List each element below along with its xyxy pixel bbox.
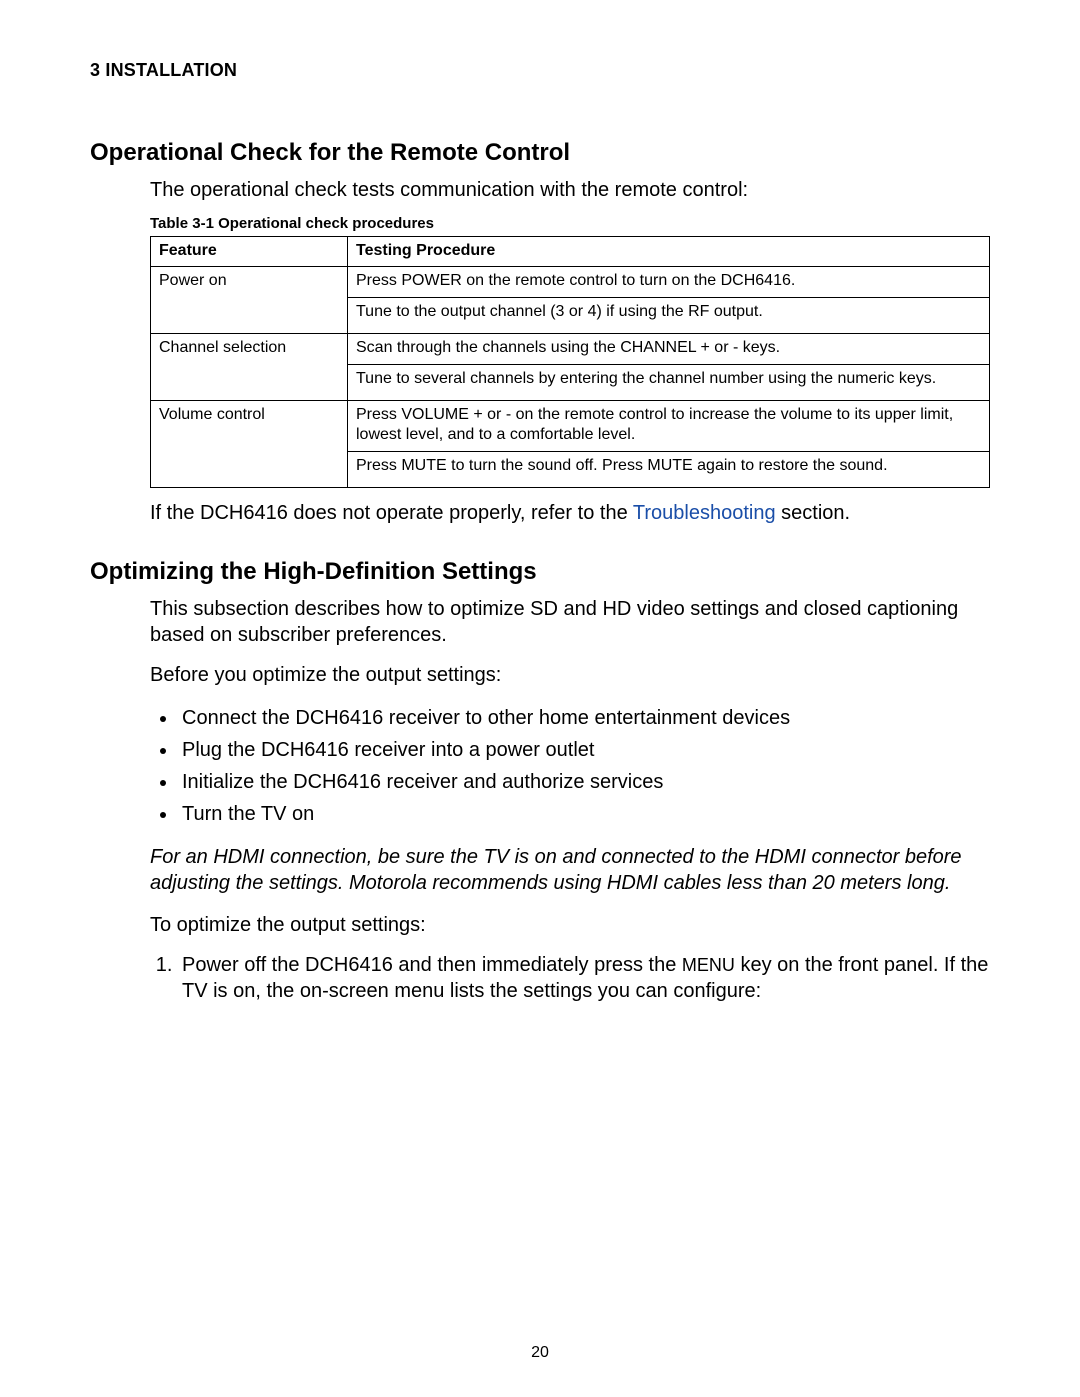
list-item: Turn the TV on: [178, 798, 990, 830]
procedure-cell: Press VOLUME + or - on the remote contro…: [348, 401, 990, 488]
menu-key-text: MENU: [682, 955, 735, 975]
procedure-line: Tune to the output channel (3 or 4) if u…: [348, 297, 989, 322]
hd-intro: This subsection describes how to optimiz…: [150, 596, 990, 648]
col-feature-header: Feature: [151, 237, 348, 267]
procedure-line: Press POWER on the remote control to tur…: [356, 271, 981, 291]
table-caption: Table 3-1 Operational check procedures: [150, 215, 990, 232]
optimize-label: To optimize the output settings:: [150, 912, 990, 938]
section-header: 3 INSTALLATION: [90, 60, 990, 81]
procedure-line: Scan through the channels using the CHAN…: [356, 338, 981, 358]
feature-cell: Channel selection: [151, 334, 348, 401]
procedure-cell: Press POWER on the remote control to tur…: [348, 267, 990, 334]
list-item: Connect the DCH6416 receiver to other ho…: [178, 702, 990, 734]
procedure-line: Press VOLUME + or - on the remote contro…: [356, 405, 981, 445]
procedure-cell: Scan through the channels using the CHAN…: [348, 334, 990, 401]
before-optimize-label: Before you optimize the output settings:: [150, 662, 990, 688]
body-operational-check: The operational check tests communicatio…: [150, 177, 990, 526]
hdmi-note: For an HDMI connection, be sure the TV i…: [150, 844, 990, 896]
intro-text: The operational check tests communicatio…: [150, 177, 990, 203]
table-row: Power on Press POWER on the remote contr…: [151, 267, 990, 334]
step1-pre: Power off the DCH6416 and then immediate…: [182, 954, 682, 976]
after-table-pre: If the DCH6416 does not operate properly…: [150, 502, 633, 524]
col-procedure-header: Testing Procedure: [348, 237, 990, 267]
document-page: 3 INSTALLATION Operational Check for the…: [0, 0, 1080, 1397]
list-item: Initialize the DCH6416 receiver and auth…: [178, 766, 990, 798]
after-table-post: section.: [776, 502, 850, 524]
procedure-line: Press MUTE to turn the sound off. Press …: [348, 451, 989, 476]
procedures-table: Feature Testing Procedure Power on Press…: [150, 236, 990, 488]
heading-optimizing-hd: Optimizing the High-Definition Settings: [90, 558, 990, 586]
after-table-note: If the DCH6416 does not operate properly…: [150, 500, 990, 526]
procedure-line: Tune to several channels by entering the…: [348, 364, 989, 389]
feature-cell: Volume control: [151, 401, 348, 488]
list-item: Plug the DCH6416 receiver into a power o…: [178, 734, 990, 766]
table-row: Channel selection Scan through the chann…: [151, 334, 990, 401]
page-number: 20: [0, 1344, 1080, 1362]
troubleshooting-link[interactable]: Troubleshooting: [633, 502, 776, 524]
table-row: Volume control Press VOLUME + or - on th…: [151, 401, 990, 488]
step-item: Power off the DCH6416 and then immediate…: [178, 952, 990, 1004]
table-header-row: Feature Testing Procedure: [151, 237, 990, 267]
body-optimizing-hd: This subsection describes how to optimiz…: [150, 596, 990, 1004]
prep-bullet-list: Connect the DCH6416 receiver to other ho…: [150, 702, 990, 830]
heading-operational-check: Operational Check for the Remote Control: [90, 139, 990, 167]
optimize-steps: Power off the DCH6416 and then immediate…: [150, 952, 990, 1004]
feature-cell: Power on: [151, 267, 348, 334]
